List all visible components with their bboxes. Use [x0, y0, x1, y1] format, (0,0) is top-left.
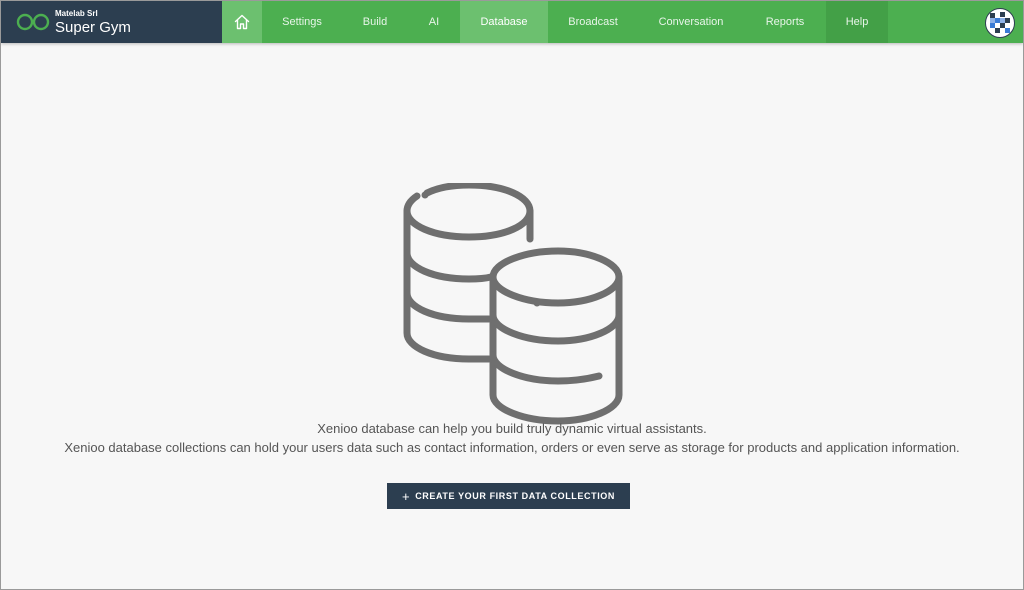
intro-text: Xenioo database can help you build truly… [1, 419, 1023, 457]
create-data-collection-button[interactable]: + CREATE YOUR FIRST DATA COLLECTION [387, 483, 630, 509]
nav-tab-broadcast[interactable]: Broadcast [548, 1, 638, 43]
home-icon [234, 14, 250, 30]
nav-tab-ai[interactable]: AI [408, 1, 460, 43]
intro-line-1: Xenioo database can help you build truly… [317, 421, 707, 436]
nav-tab-conversation[interactable]: Conversation [638, 1, 744, 43]
user-avatar-icon [990, 12, 1010, 33]
plus-icon: + [402, 488, 411, 504]
intro-line-2: Xenioo database collections can hold you… [64, 440, 960, 455]
infinity-logo-icon [16, 13, 50, 31]
nav-tab-settings[interactable]: Settings [262, 1, 342, 43]
user-avatar[interactable] [985, 8, 1015, 38]
nav-tab-reports[interactable]: Reports [744, 1, 826, 43]
database-empty-state: Xenioo database can help you build truly… [1, 43, 1023, 589]
nav-tab-database[interactable]: Database [460, 1, 548, 43]
nav-tab-help[interactable]: Help [826, 1, 888, 43]
nav-home-button[interactable] [222, 1, 262, 43]
nav-tab-build[interactable]: Build [342, 1, 408, 43]
create-data-collection-label: CREATE YOUR FIRST DATA COLLECTION [415, 491, 615, 501]
brand-text: Matelab Srl Super Gym [55, 8, 131, 36]
top-navigation-bar: Matelab Srl Super Gym Settings Build AI … [1, 1, 1023, 43]
database-stack-icon [403, 183, 623, 425]
company-name: Matelab Srl [55, 8, 98, 18]
brand-area[interactable]: Matelab Srl Super Gym [1, 1, 222, 43]
app-window: Matelab Srl Super Gym Settings Build AI … [0, 0, 1024, 590]
project-name: Super Gym [55, 18, 131, 36]
